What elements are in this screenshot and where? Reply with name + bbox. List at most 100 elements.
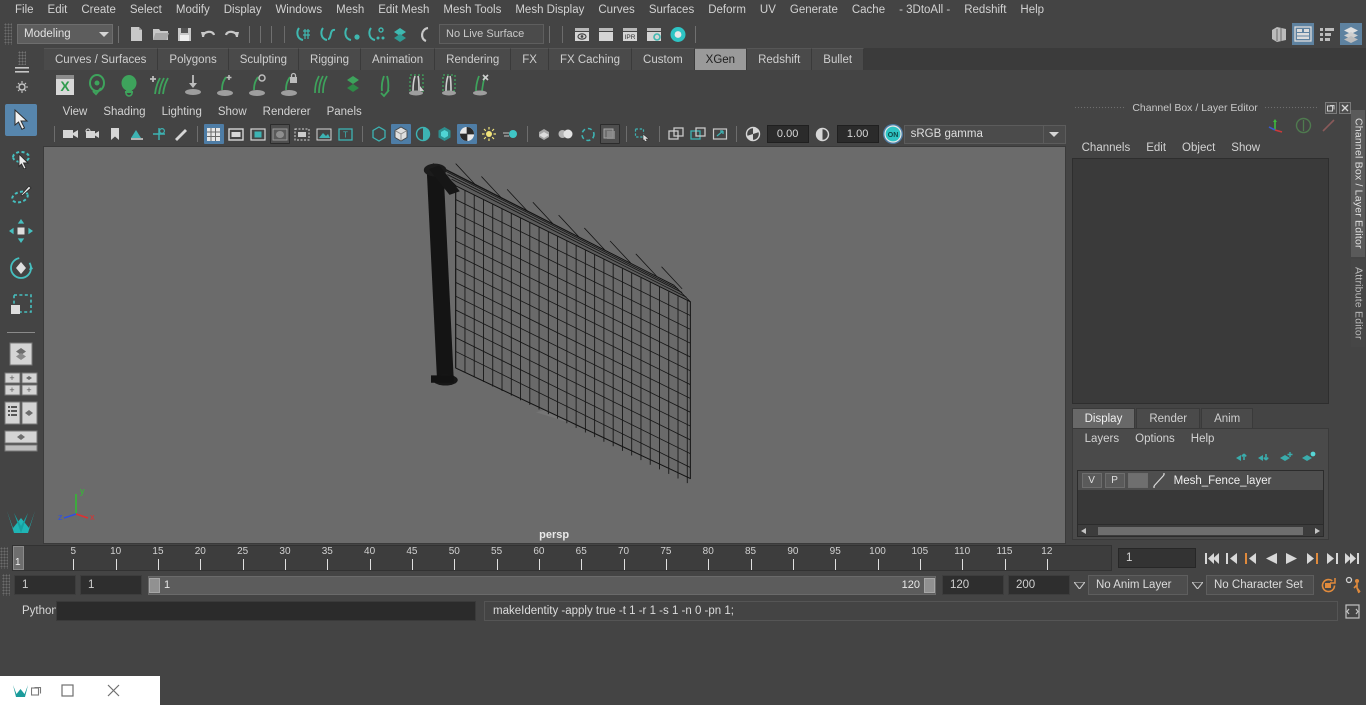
vertical-tab-attribute-editor[interactable]: Attribute Editor	[1351, 258, 1366, 348]
menu-item-display[interactable]: Display	[217, 2, 269, 18]
redo-icon[interactable]	[221, 23, 243, 45]
grid-toggle-icon[interactable]	[203, 124, 224, 144]
text-overlay-icon[interactable]: T	[336, 124, 356, 144]
shelf-tab-fx-caching[interactable]: FX Caching	[548, 48, 633, 70]
xray-active-components-icon[interactable]	[633, 124, 653, 144]
render-settings-icon[interactable]	[643, 23, 665, 45]
layer-row-mesh-fence[interactable]: V P Mesh_Fence_layer	[1077, 471, 1323, 490]
lasso-select-tool[interactable]	[5, 141, 37, 173]
layer-list[interactable]: V P Mesh_Fence_layer	[1076, 470, 1324, 537]
toggle-tool-settings-icon[interactable]	[1316, 23, 1338, 45]
create-layer-from-selected-icon[interactable]	[1301, 451, 1316, 466]
go-to-start-icon[interactable]	[1202, 548, 1221, 568]
move-layer-down-icon[interactable]	[1257, 451, 1272, 466]
scroll-thumb[interactable]	[1097, 526, 1303, 535]
image-plane-icon[interactable]	[127, 124, 147, 144]
command-input-field[interactable]	[56, 601, 476, 621]
film-origin-icon[interactable]	[292, 124, 312, 144]
toggle-model-panel-icon[interactable]	[1268, 23, 1290, 45]
no-manip-icon[interactable]	[1320, 117, 1337, 137]
shelf-options-icon[interactable]	[15, 80, 29, 97]
layer-tab-display[interactable]: Display	[1071, 408, 1136, 428]
snap-to-grid-icon[interactable]	[293, 23, 315, 45]
step-back-keyframe-icon[interactable]	[1222, 548, 1241, 568]
exposure-value-field[interactable]: 0.00	[766, 125, 809, 143]
wireframe-shading-icon[interactable]	[369, 124, 389, 144]
panel-grip-left[interactable]	[1073, 106, 1127, 110]
play-backwards-icon[interactable]	[1262, 548, 1281, 568]
undock-icon[interactable]	[1324, 102, 1337, 114]
gamma-icon[interactable]	[813, 124, 833, 144]
snap-to-projected-center-icon[interactable]	[365, 23, 387, 45]
clump-brush-icon[interactable]	[402, 70, 432, 100]
snap-to-point-icon[interactable]	[341, 23, 363, 45]
range-start-handle[interactable]	[149, 577, 160, 593]
minimize-window-icon[interactable]	[44, 676, 90, 705]
shelf-tab-curves-surfaces[interactable]: Curves / Surfaces	[44, 48, 159, 70]
menu-item-mesh-display[interactable]: Mesh Display	[508, 2, 591, 18]
new-scene-icon[interactable]	[125, 23, 147, 45]
menu-item-generate[interactable]: Generate	[783, 2, 845, 18]
xray-icon[interactable]	[599, 124, 620, 144]
select-camera-icon[interactable]	[61, 124, 81, 144]
menu-item-curves[interactable]: Curves	[591, 2, 641, 18]
save-scene-icon[interactable]	[173, 23, 195, 45]
command-language-label[interactable]: Python	[0, 605, 58, 617]
menu-item-mesh-tools[interactable]: Mesh Tools	[436, 2, 508, 18]
menu-item-redshift[interactable]: Redshift	[957, 2, 1013, 18]
rotate-tool[interactable]	[5, 252, 37, 284]
animation-preferences-icon[interactable]	[1342, 574, 1366, 596]
shelf-tab-custom[interactable]: Custom	[632, 48, 695, 70]
menu-item-select[interactable]: Select	[123, 2, 169, 18]
persp-graph-layout[interactable]	[4, 430, 38, 452]
vertical-tab-channel-box[interactable]: Channel Box / Layer Editor	[1351, 110, 1366, 257]
shelf-tab-rendering[interactable]: Rendering	[435, 48, 512, 70]
menu-item-3dtoall[interactable]: - 3DtoAll -	[892, 2, 957, 18]
viewport-menu-show[interactable]: Show	[210, 105, 255, 119]
menu-item-deform[interactable]: Deform	[701, 2, 753, 18]
menu-item-create[interactable]: Create	[74, 2, 123, 18]
viewport-menu-lighting[interactable]: Lighting	[154, 105, 210, 119]
preview-refresh-icon[interactable]	[114, 70, 144, 100]
time-slider[interactable]: 1 5 10 15 20 25 30 35 40 45 50 55 60 65 70 75 80 85 90 95 1…	[12, 545, 1112, 571]
expand-view-icon[interactable]	[710, 124, 730, 144]
menu-item-edit-mesh[interactable]: Edit Mesh	[371, 2, 436, 18]
paint-select-tool[interactable]	[5, 178, 37, 210]
layer-visibility-toggle[interactable]: V	[1081, 473, 1102, 488]
grease-pencil-icon[interactable]	[171, 124, 191, 144]
camera-attributes-icon[interactable]	[83, 124, 103, 144]
time-slider-grip[interactable]	[0, 547, 8, 569]
menu-item-uv[interactable]: UV	[753, 2, 783, 18]
layer-playback-toggle[interactable]: P	[1104, 473, 1125, 488]
restore-window-icon[interactable]	[30, 685, 43, 697]
render-region-icon[interactable]	[595, 23, 617, 45]
viewport-menu-renderer[interactable]: Renderer	[255, 105, 319, 119]
shelf-tab-xgen[interactable]: XGen	[694, 48, 748, 70]
play-forwards-icon[interactable]	[1282, 548, 1301, 568]
shelf-tab-menu-icon[interactable]	[15, 66, 29, 79]
bookmark-icon[interactable]	[105, 124, 125, 144]
current-frame-field[interactable]: 1	[1118, 548, 1196, 568]
viewport-menu-view[interactable]: View	[55, 105, 96, 119]
show-manipulator-icon[interactable]	[1295, 117, 1312, 137]
multisample-aa-icon[interactable]	[534, 124, 554, 144]
four-view-layout[interactable]: + + +	[4, 372, 38, 396]
view-transform-toggle-icon[interactable]: ON	[882, 124, 903, 144]
character-set-dropdown-icon[interactable]	[1188, 575, 1206, 595]
menu-item-help[interactable]: Help	[1013, 2, 1051, 18]
playback-end-field[interactable]: 120	[942, 575, 1004, 595]
shelf-grip[interactable]	[18, 50, 26, 65]
character-set-field[interactable]: No Character Set	[1206, 575, 1314, 595]
close-window-icon[interactable]	[90, 676, 136, 705]
xray-joints-icon[interactable]	[666, 124, 686, 144]
layer-shading-toggle[interactable]	[1127, 473, 1148, 488]
menu-item-surfaces[interactable]: Surfaces	[642, 2, 701, 18]
exposure-icon[interactable]	[743, 124, 763, 144]
gamma-value-field[interactable]: 1.00	[836, 125, 879, 143]
resolution-gate-icon[interactable]	[248, 124, 268, 144]
make-live-icon[interactable]	[413, 23, 435, 45]
shelf-tab-animation[interactable]: Animation	[361, 48, 436, 70]
auto-keyframe-icon[interactable]	[1316, 574, 1340, 596]
depth-of-field-icon[interactable]	[556, 124, 576, 144]
anim-end-field[interactable]: 200	[1008, 575, 1070, 595]
